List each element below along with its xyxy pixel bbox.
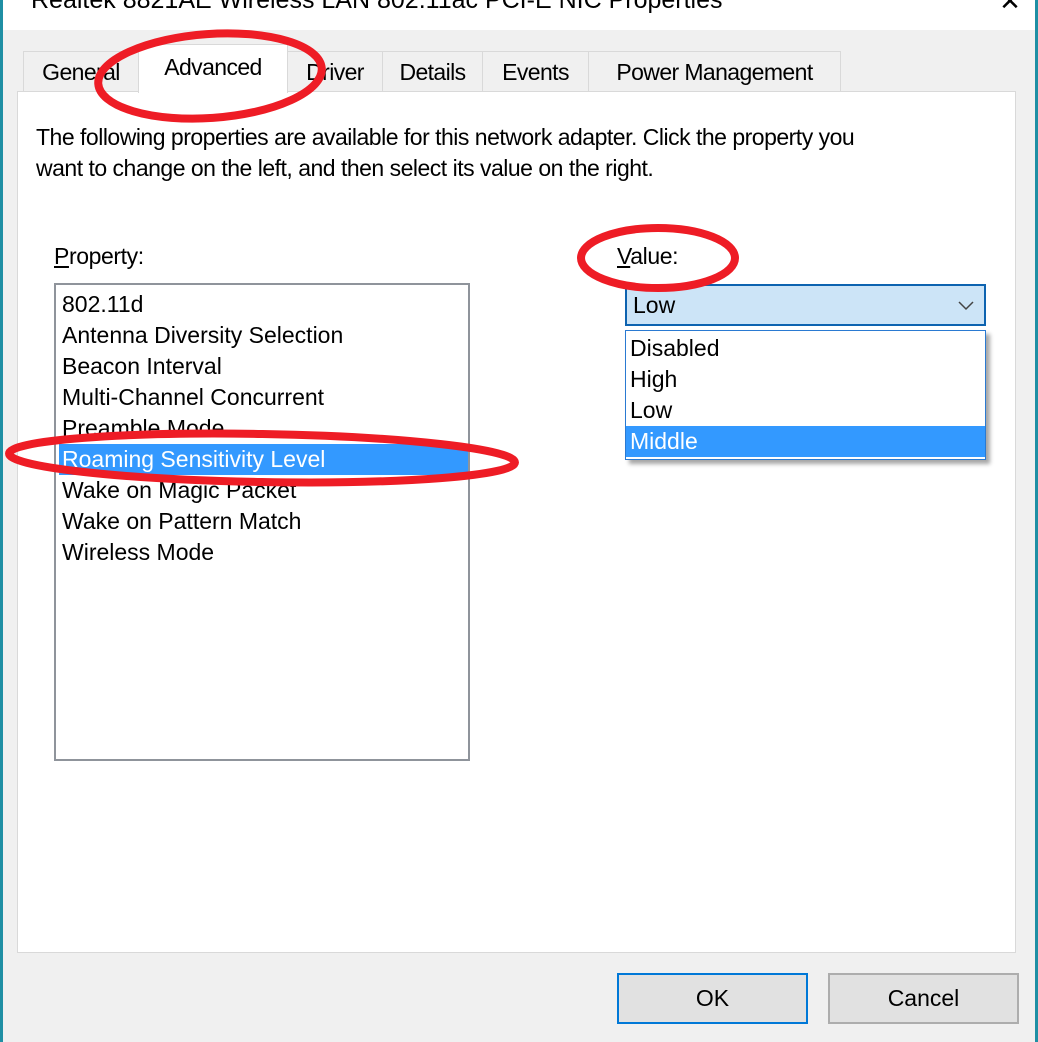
tab-details[interactable]: Details: [382, 51, 483, 92]
window-title: Realtek 8821AE Wireless LAN 802.11ac PCI…: [31, 0, 723, 14]
value-option-disabled[interactable]: Disabled: [626, 333, 985, 364]
value-option-middle[interactable]: Middle: [626, 426, 985, 457]
property-item-beacon-interval[interactable]: Beacon Interval: [56, 351, 468, 382]
property-item-wireless-mode[interactable]: Wireless Mode: [56, 537, 468, 568]
cancel-button[interactable]: Cancel: [828, 973, 1019, 1024]
value-combobox[interactable]: Low: [625, 284, 986, 326]
tab-driver[interactable]: Driver: [287, 51, 383, 92]
value-label-accel: V: [617, 243, 631, 269]
description-text: The following properties are available f…: [36, 124, 855, 181]
value-option-low[interactable]: Low: [626, 395, 985, 426]
ok-button[interactable]: OK: [617, 973, 808, 1024]
property-label: Property:: [54, 243, 144, 270]
property-item-wake-magic-packet[interactable]: Wake on Magic Packet: [56, 475, 468, 506]
property-item-antenna-diversity[interactable]: Antenna Diversity Selection: [56, 320, 468, 351]
value-dropdown-list: Disabled High Low Middle: [625, 330, 986, 460]
combo-selected-value: Low: [633, 292, 676, 318]
value-option-high[interactable]: High: [626, 364, 985, 395]
property-item-wake-pattern-match[interactable]: Wake on Pattern Match: [56, 506, 468, 537]
tab-power-management[interactable]: Power Management: [588, 51, 841, 92]
tab-events[interactable]: Events: [482, 51, 589, 92]
property-item-802-11d[interactable]: 802.11d: [56, 289, 468, 320]
tab-advanced[interactable]: Advanced: [138, 44, 288, 93]
value-label-rest: alue:: [630, 243, 679, 269]
close-icon[interactable]: ✕: [995, 0, 1025, 16]
property-listbox[interactable]: 802.11d Antenna Diversity Selection Beac…: [54, 283, 470, 761]
chevron-down-icon[interactable]: [956, 286, 976, 324]
tab-general[interactable]: General: [23, 51, 139, 92]
property-label-accel: P: [54, 243, 69, 269]
property-item-preamble-mode[interactable]: Preamble Mode: [56, 413, 468, 444]
property-item-roaming-sensitivity[interactable]: Roaming Sensitivity Level: [59, 444, 468, 475]
property-label-rest: roperty:: [68, 243, 144, 269]
property-item-multi-channel[interactable]: Multi-Channel Concurrent: [56, 382, 468, 413]
title-bar: Realtek 8821AE Wireless LAN 802.11ac PCI…: [3, 0, 1035, 30]
value-label: Value:: [617, 243, 679, 270]
